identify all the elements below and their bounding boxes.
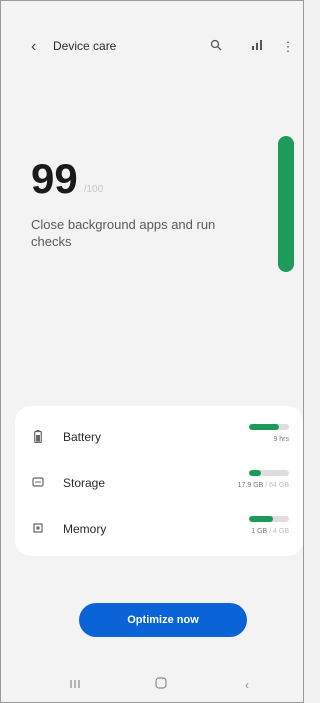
more-vertical-icon[interactable]: ⋮	[279, 37, 297, 57]
app-bar: ‹ Device care ⋮	[1, 31, 303, 63]
storage-label: Storage	[63, 476, 106, 490]
storage-value: 17.9 GB / 64 GB	[238, 482, 289, 489]
battery-level-bar	[249, 424, 289, 430]
home-icon-glyph	[155, 677, 167, 689]
memory-icon	[31, 522, 45, 536]
memory-value-text: 1 GB	[251, 528, 268, 535]
status-card: Battery 9 hrs Storage 17.9 GB / 64 GB Me…	[15, 406, 303, 556]
recents-icon[interactable]	[65, 675, 85, 695]
chevron-left-icon[interactable]: ‹	[31, 37, 45, 57]
back-icon[interactable]: ‹	[237, 675, 257, 695]
device-score: 99/100	[31, 157, 103, 201]
memory-level-fill	[249, 516, 273, 522]
storage-value-text: 17.9 GB	[237, 482, 264, 489]
memory-value: 1 GB / 4 GB	[251, 528, 289, 535]
storage-icon-glyph	[32, 477, 44, 487]
storage-total-text: / 64 GB	[265, 482, 289, 489]
memory-total-text: / 4 GB	[269, 528, 289, 535]
search-icon-glyph	[210, 39, 222, 51]
battery-value: 9 hrs	[273, 436, 289, 443]
battery-level-fill	[249, 424, 279, 430]
score-description: Close background apps and run checks	[31, 217, 216, 249]
search-icon[interactable]	[207, 37, 225, 57]
memory-icon-glyph	[33, 523, 43, 533]
storage-row[interactable]: Storage 17.9 GB / 64 GB	[15, 464, 303, 504]
battery-row[interactable]: Battery 9 hrs	[15, 418, 303, 458]
score-value: 99	[31, 155, 78, 202]
memory-row[interactable]: Memory 1 GB / 4 GB	[15, 510, 303, 550]
memory-level-bar	[249, 516, 289, 522]
score-level-bar	[278, 136, 294, 272]
battery-icon	[31, 430, 45, 444]
memory-label: Memory	[63, 522, 107, 536]
optimize-now-button[interactable]: Optimize now	[79, 603, 247, 637]
bar-chart-icon-glyph	[252, 40, 262, 50]
page-title: Device care	[53, 39, 117, 53]
battery-icon-glyph	[34, 430, 42, 444]
recents-icon-glyph	[70, 680, 80, 688]
storage-level-bar	[249, 470, 289, 476]
storage-level-fill	[249, 470, 261, 476]
battery-value-text: 9 hrs	[273, 436, 289, 443]
device-care-screen: ‹ Device care ⋮ 99/100 Close background …	[0, 0, 304, 703]
storage-icon	[31, 476, 45, 490]
battery-label: Battery	[63, 430, 102, 444]
score-unit: /100	[83, 184, 104, 195]
home-icon[interactable]	[151, 675, 171, 695]
bar-chart-icon[interactable]	[248, 37, 266, 57]
system-navigation-bar: ‹	[1, 671, 303, 701]
